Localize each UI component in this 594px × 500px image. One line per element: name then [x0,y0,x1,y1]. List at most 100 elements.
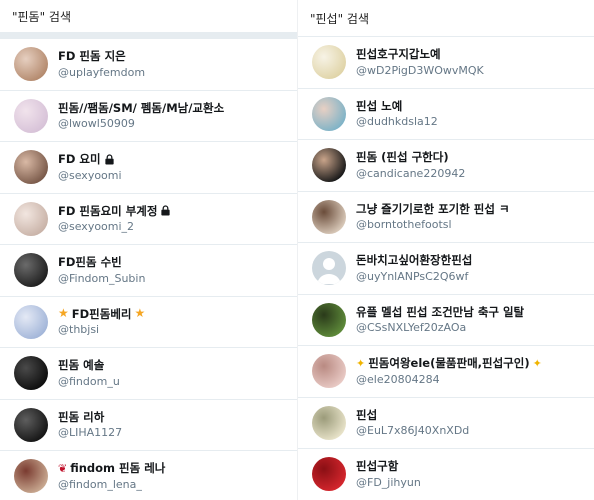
user-handle[interactable]: @wD2PigD3WOwvMQK [356,64,484,78]
user-row[interactable]: 유플 멜섭 핀섭 조건만남 축구 일탈 @CSsNXLYef20zAOa [298,295,594,346]
user-handle[interactable]: @sexyoomi_2 [58,220,171,234]
user-row[interactable]: FD 핀돔 지은 @uplayfemdom [0,39,297,91]
user-handle[interactable]: @lwowl50909 [58,117,224,131]
user-handle[interactable]: @uplayfemdom [58,66,145,80]
lock-icon [160,205,171,216]
sparkle-icon: ✦ [532,356,542,370]
display-name-text: FD핀돔 수빈 [58,255,122,270]
user-handle[interactable]: @LIHA1127 [58,426,122,440]
user-handle[interactable]: @uyYnlANPsC2Q6wf [356,270,472,284]
display-name-text: FD핀돔베리 [71,306,132,321]
display-name-text: FD 요미 [58,152,101,167]
display-name-text: 핀섭구함 [356,459,399,474]
display-name[interactable]: ✦ 핀돔여왕ele(물품판매,핀섭구인) ✦ [356,356,542,370]
avatar[interactable] [14,150,48,185]
display-name[interactable]: ★ FD핀돔베리 ★ [58,306,145,321]
lock-icon [104,154,115,165]
display-name[interactable]: ❦ findom 핀돔 레나 [58,461,165,475]
display-name[interactable]: FD 요미 [58,152,122,166]
display-name[interactable]: 핀돔//팸돔/SM/ 펨돔/M남/교환소 [58,101,224,115]
star-icon: ★ [134,306,146,321]
avatar[interactable] [312,302,346,337]
display-name-text: FD 핀돔요미 부계정 [58,203,158,218]
user-row[interactable]: 핀섭호구지갑노예 @wD2PigD3WOwvMQK [298,37,594,89]
user-row[interactable]: 그냥 즐기기로한 포기한 핀섭 ㅋ @bornto­thefootsl [298,192,594,243]
avatar[interactable] [14,407,48,442]
display-name[interactable]: FD 핀돔 지은 [58,49,145,63]
display-name[interactable]: 돈바치고싶어환장한핀섭 [356,253,472,267]
display-name-text: 핀섭호구지갑노예 [356,47,441,62]
user-handle[interactable]: @bornto­thefootsl [356,218,510,232]
display-name-text: 그냥 즐기기로한 포기한 핀섭 ㅋ [356,201,510,216]
avatar[interactable] [312,96,346,131]
user-row[interactable]: FD핀돔 수빈 @Findom_Subin [0,245,297,297]
display-name[interactable]: 핀섭 [356,408,469,422]
user-handle[interactable]: @EuL7x86J40XnXDd [356,424,469,438]
avatar[interactable] [14,47,48,82]
display-name[interactable]: 핀섭 노예 [356,99,438,113]
user-row[interactable]: ❦ findom 핀돔 레나 @findom_lena_ [0,451,297,500]
avatar[interactable] [14,356,48,391]
display-name-text: 핀섭 노예 [356,98,403,113]
user-row[interactable]: 핀섭 @EuL7x86J40XnXDd [298,398,594,449]
search-title: "핀섭" 검색 [298,0,594,36]
display-name-text: findom 핀돔 레나 [70,461,166,476]
user-row[interactable]: 핀섭 노예 @dudhkdsla12 [298,89,594,140]
user-handle[interactable]: @Findom_Subin [58,272,145,286]
display-name[interactable]: 핀돔 (핀섭 구한다) [356,150,465,164]
search-title: "핀돔" 검색 [0,0,297,32]
user-row[interactable]: 핀돔 예솔 @findom_u [0,348,297,400]
avatar[interactable] [14,253,48,288]
user-row[interactable]: 돈바치고싶어환장한핀섭 @uyYnlANPsC2Q6wf [298,243,594,295]
avatar[interactable] [312,405,346,440]
avatar[interactable] [312,199,346,234]
display-name[interactable]: 그냥 즐기기로한 포기한 핀섭 ㅋ [356,202,510,216]
display-name[interactable]: 핀섭호구지갑노예 [356,47,484,61]
avatar[interactable] [312,148,346,183]
display-name[interactable]: 유플 멜섭 핀섭 조건만남 축구 일탈 [356,305,524,319]
display-name[interactable]: 핀섭구함 [356,459,421,473]
user-handle[interactable]: @thbjsi [58,323,145,337]
star-icon: ★ [58,306,69,321]
user-row[interactable]: 핀돔 리하 @LIHA1127 [0,400,297,451]
display-name-text: FD 핀돔 지은 [58,49,126,64]
user-row[interactable]: ★ FD핀돔베리 ★ @thbjsi [0,297,297,348]
sparkle-icon: ✦ [356,356,366,370]
avatar[interactable] [312,45,346,80]
display-name[interactable]: 핀돔 예솔 [58,358,120,372]
user-handle[interactable]: @ele20804284 [356,373,542,387]
rose-icon: ❦ [58,461,68,475]
user-row[interactable]: ✦ 핀돔여왕ele(물품판매,핀섭구인) ✦ @ele20804284 [298,346,594,398]
display-name-text: 핀돔 (핀섭 구한다) [356,150,449,165]
user-row[interactable]: FD 핀돔요미 부계정 @sexyoomi_2 [0,194,297,245]
user-handle[interactable]: @CSsNXLYef20zAOa [356,321,524,335]
user-list: 핀섭호구지갑노예 @wD2PigD3WOwvMQK 핀섭 노예 @dudhkdsla1… [298,36,594,500]
display-name-text: 핀돔여왕ele(물품판매,핀섭구인) [368,356,530,371]
display-name[interactable]: 핀돔 리하 [58,410,122,424]
user-handle[interactable]: @FD_jihyun [356,476,421,490]
user-row[interactable]: 핀섭구함 @FD_jihyun [298,449,594,500]
findom-search-column: "핀돔" 검색 FD 핀돔 지은 @uplayfemdom 핀돔//팸돔/SM/ 펨… [0,0,297,500]
user-handle[interactable]: @dudhkdsla12 [356,115,438,129]
user-handle[interactable]: @findom_u [58,375,120,389]
user-handle[interactable]: @findom_lena_ [58,478,165,492]
user-row[interactable]: 핀돔 (핀섭 구한다) @candicane220942 [298,140,594,192]
user-handle[interactable]: @candicane220942 [356,167,465,181]
display-name-text: 핀돔 예솔 [58,358,105,373]
display-name-text: 핀돔//팸돔/SM/ 펨돔/M남/교환소 [58,100,225,115]
display-name[interactable]: FD 핀돔요미 부계정 [58,204,171,218]
user-row[interactable]: 핀돔//팸돔/SM/ 펨돔/M남/교환소 @lwowl50909 [0,91,297,142]
user-handle[interactable]: @sexyoomi [58,169,122,183]
display-name[interactable]: FD핀돔 수빈 [58,255,145,269]
avatar[interactable] [312,457,346,492]
user-list: FD 핀돔 지은 @uplayfemdom 핀돔//팸돔/SM/ 펨돔/M남/교환소… [0,38,297,500]
avatar[interactable] [312,251,346,286]
display-name-text: 유플 멜섭 핀섭 조건만남 축구 일탈 [356,304,525,319]
avatar[interactable] [14,201,48,236]
avatar[interactable] [14,304,48,339]
display-name-text: 핀돔 리하 [58,409,105,424]
avatar[interactable] [14,98,48,133]
avatar[interactable] [14,459,48,494]
avatar[interactable] [312,354,346,389]
user-row[interactable]: FD 요미 @sexyoomi [0,142,297,194]
